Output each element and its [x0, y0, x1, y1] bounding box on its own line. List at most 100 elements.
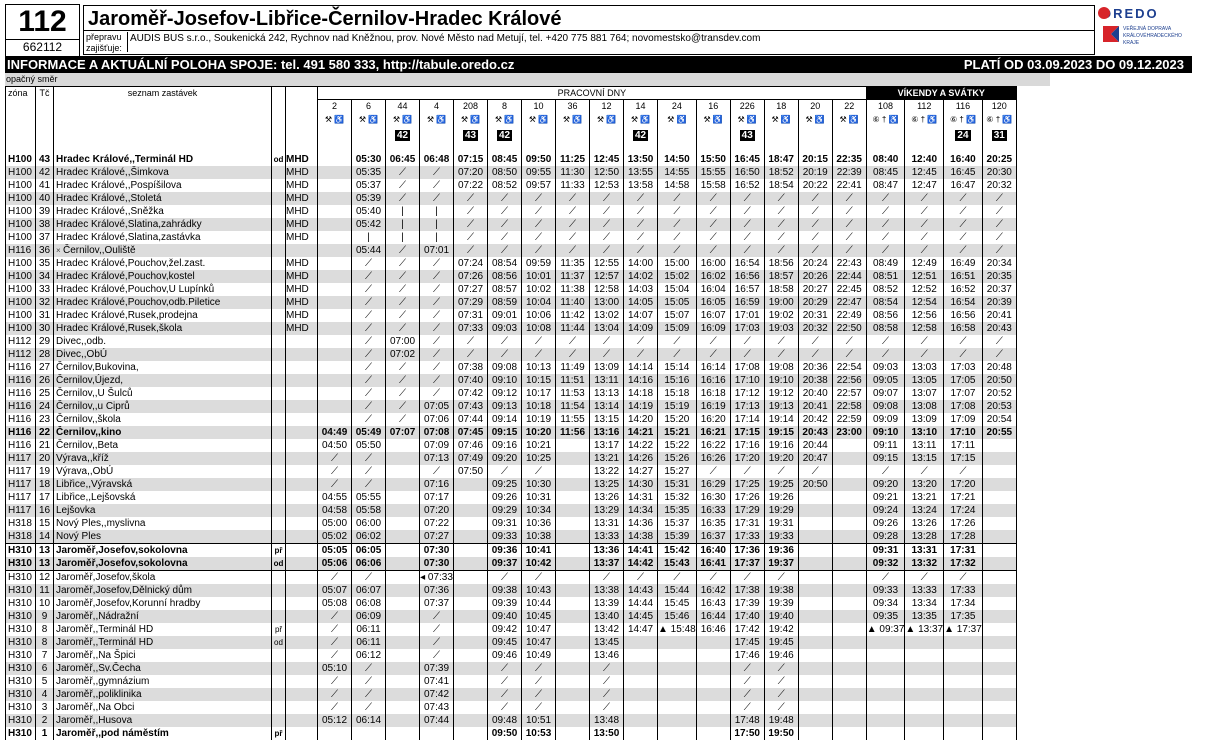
departure-time: ⟋ — [385, 309, 420, 322]
zone-cell: H310 — [5, 584, 36, 597]
stop-name: Černilov,Újezd, — [53, 374, 272, 387]
departure-time: 20:43 — [981, 322, 1017, 335]
departure-time: 07:16 — [419, 478, 454, 491]
departure-time — [831, 675, 867, 688]
stop-flag — [271, 270, 286, 283]
departure-time — [981, 597, 1017, 610]
departure-time — [419, 727, 454, 740]
departure-time: ▲ 09:37 — [865, 623, 906, 636]
departure-time: ⟋ — [981, 205, 1017, 218]
departure-time: 09:33 — [865, 584, 906, 597]
departure-time: 16:54 — [729, 257, 765, 270]
departure-time: 19:38 — [763, 584, 799, 597]
departure-time — [831, 727, 867, 740]
departure-time: ⟋ — [797, 244, 833, 257]
departure-time — [385, 662, 420, 675]
departure-time: ⟋ — [729, 688, 765, 701]
zone-cell: H100 — [5, 283, 36, 296]
stop-name: Výrava,,kříž — [53, 452, 272, 465]
departure-time — [831, 465, 867, 478]
departure-time: ⟋ — [385, 296, 420, 309]
departure-time — [831, 662, 867, 675]
departure-time — [453, 675, 488, 688]
stop-row: H116 24 Černilov,,u Ciprů ⟋ ⟋ 07:05 07:43 09:13… — [5, 400, 1045, 413]
departure-time — [981, 478, 1017, 491]
departure-time: 19:03 — [763, 322, 799, 335]
departure-time: 20:19 — [797, 166, 833, 179]
stop-flag — [271, 465, 286, 478]
departure-time — [555, 557, 590, 571]
departure-time: ⟋ — [521, 335, 556, 348]
departure-time — [453, 714, 488, 727]
carrier-label: přepravu zajišťuje: — [86, 32, 122, 53]
departure-time: 13:58 — [623, 179, 658, 192]
zone-cell: H310 — [5, 623, 36, 636]
departure-time: 06:12 — [351, 649, 386, 662]
departure-time: ⟋ — [865, 244, 906, 257]
zone-cell: H100 — [5, 257, 36, 270]
departure-time: 15:00 — [657, 257, 697, 270]
departure-time: 13:11 — [589, 374, 624, 387]
departure-time: ⟋ — [943, 465, 983, 478]
departure-time: ⟋ — [487, 662, 522, 675]
carrier-box: přepravu zajišťuje: AUDIS BUS s.r.o., So… — [83, 31, 1095, 55]
stop-row: H310 1 Jaroměř,,pod náměstím př 09:50 10:53 13… — [5, 727, 1045, 740]
spacer-cell — [589, 142, 624, 153]
departure-time — [831, 517, 867, 530]
departure-time — [623, 727, 658, 740]
stop-name-text: Divec,,ObÚ — [56, 349, 108, 360]
departure-time: 08:58 — [865, 322, 906, 335]
zone-cell: H310 — [5, 557, 36, 571]
mhd-label — [285, 426, 318, 439]
departure-time: 19:48 — [763, 714, 799, 727]
departure-time: 12:45 — [904, 166, 945, 179]
departure-time: 20:54 — [981, 413, 1017, 426]
departure-time: 04:58 — [317, 504, 352, 517]
stop-name-text: Libřice,,Lejšovská — [56, 492, 136, 503]
stop-name: Libřice,,Výravská — [53, 478, 272, 491]
departure-time: ⟋ — [695, 218, 731, 231]
stop-index: 33 — [35, 283, 54, 296]
departure-time: 16:00 — [695, 257, 731, 270]
departure-time: 13:14 — [589, 400, 624, 413]
departure-time — [555, 439, 590, 452]
trip-symbols: ⚒ ♿ — [729, 112, 765, 128]
departure-time: ⟋ — [521, 662, 556, 675]
departure-time: ⟋ — [623, 231, 658, 244]
departure-time: ⟋ — [695, 335, 731, 348]
departure-time — [453, 727, 488, 740]
trip-symbols: ⚒ ♿ — [385, 112, 420, 128]
departure-time: ⟋ — [385, 257, 420, 270]
departure-time: 16:07 — [695, 309, 731, 322]
departure-time — [831, 504, 867, 517]
departure-time: 07:40 — [453, 374, 488, 387]
departure-time: 11:33 — [555, 179, 590, 192]
trip-badge-cell — [797, 128, 833, 142]
departure-time: 12:47 — [904, 179, 945, 192]
departure-time: 22:49 — [831, 309, 867, 322]
trip-badge: 42 — [632, 129, 649, 141]
zone-cell: H310 — [5, 649, 36, 662]
zone-cell: H318 — [5, 517, 36, 530]
stop-index: 41 — [35, 179, 54, 192]
departure-time: ⟋ — [487, 701, 522, 714]
departure-time — [943, 714, 983, 727]
departure-time: 19:20 — [763, 452, 799, 465]
departure-time: 09:45 — [487, 636, 522, 649]
stop-name: Hradec Králové,,Terminál HD — [53, 153, 272, 166]
header-spacer — [285, 99, 318, 112]
zone-cell: H100 — [5, 309, 36, 322]
trip-badge: 43 — [739, 129, 755, 141]
spacer-cell — [695, 142, 731, 153]
spacer-cell — [351, 142, 386, 153]
departure-time — [453, 584, 488, 597]
stop-index: 5 — [35, 675, 54, 688]
departure-time: ⟋ — [487, 348, 522, 361]
departure-time — [981, 530, 1017, 544]
departure-time — [797, 504, 833, 517]
departure-time: 15:09 — [657, 322, 697, 335]
departure-time: 14:27 — [623, 465, 658, 478]
departure-time: ⟋ — [351, 322, 386, 335]
departure-time: ⟋ — [589, 675, 624, 688]
stop-flag — [271, 597, 286, 610]
